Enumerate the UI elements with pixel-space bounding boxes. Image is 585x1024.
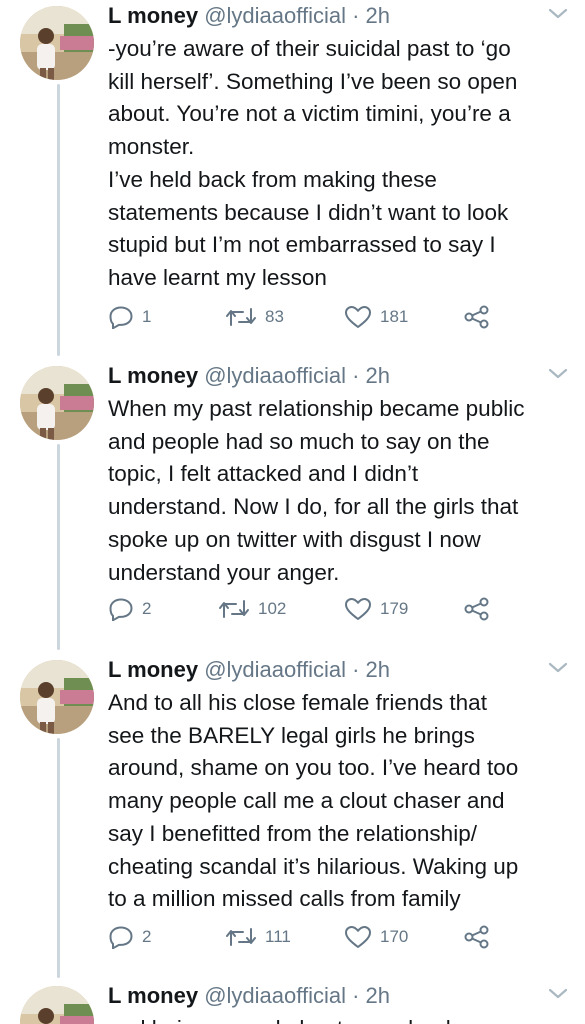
avatar[interactable] xyxy=(20,6,94,80)
tweet[interactable]: L money @lydiaaofficial · 2h and being s… xyxy=(0,980,585,1024)
chevron-down-icon[interactable] xyxy=(547,366,569,382)
retweet-button[interactable]: 102 xyxy=(218,594,286,624)
user-handle[interactable]: @lydiaaofficial xyxy=(204,363,346,388)
display-name[interactable]: L money xyxy=(108,983,198,1008)
share-icon xyxy=(464,925,489,949)
avatar[interactable] xyxy=(20,660,94,734)
reply-button[interactable]: 2 xyxy=(108,594,151,624)
avatar[interactable] xyxy=(20,986,94,1024)
tweet-actions: 2 111 170 xyxy=(108,922,528,952)
user-handle[interactable]: @lydiaaofficial xyxy=(204,657,346,682)
display-name[interactable]: L money xyxy=(108,3,198,28)
retweet-icon xyxy=(226,928,256,946)
like-count: 170 xyxy=(380,927,409,946)
reply-count: 2 xyxy=(142,927,152,946)
retweet-icon xyxy=(226,308,256,326)
tweet-header: L money @lydiaaofficial · 2h xyxy=(108,980,585,1012)
reply-button[interactable]: 1 xyxy=(108,302,151,332)
separator-dot: · xyxy=(352,3,360,28)
tweet-text: And to all his close female friends that… xyxy=(108,687,578,916)
chevron-down-icon[interactable] xyxy=(547,6,569,22)
tweet-text-line: When my past relationship became public xyxy=(108,396,525,421)
tweet-text-line: many people call me a clout chaser and xyxy=(108,788,505,814)
tweet-actions: 2 102 179 xyxy=(108,594,528,624)
reply-count: 1 xyxy=(142,307,152,326)
tweet[interactable]: L money @lydiaaofficial · 2h And to all … xyxy=(0,654,585,974)
tweet-text-line: -you’re aware of their suicidal past to … xyxy=(108,36,511,61)
timestamp[interactable]: 2h xyxy=(366,363,390,388)
tweet-text-line: around, shame on you too. I’ve heard too xyxy=(108,755,519,781)
tweet-text: and being scared about my school xyxy=(108,1013,578,1024)
tweet-header: L money @lydiaaofficial · 2h xyxy=(108,654,585,686)
retweet-count: 111 xyxy=(265,927,291,946)
like-icon xyxy=(345,306,371,328)
separator-dot: · xyxy=(352,657,360,682)
tweet-text-line: spoke up on twitter with disgust I now xyxy=(108,526,481,552)
tweet-text-line: see the BARELY legal girls he brings xyxy=(108,722,475,748)
retweet-icon xyxy=(219,600,249,618)
reply-button[interactable]: 2 xyxy=(108,922,151,952)
reply-icon xyxy=(109,306,133,329)
avatar[interactable] xyxy=(20,366,94,440)
tweet[interactable]: L money @lydiaaofficial · 2h -you’re awa… xyxy=(0,0,585,350)
tweet-text-line: have learnt my lesson xyxy=(108,264,327,290)
chevron-down-icon[interactable] xyxy=(547,660,569,676)
tweet-text-line: to a million missed calls from family xyxy=(108,886,461,912)
tweet-text-line: understand your anger. xyxy=(108,559,340,585)
separator-dot: · xyxy=(352,363,360,388)
retweet-button[interactable]: 111 xyxy=(225,922,291,952)
like-count: 179 xyxy=(380,599,409,618)
tweet-text-line: stupid but I’m not embarrassed to say I xyxy=(108,232,496,258)
like-count: 181 xyxy=(380,307,409,326)
tweet-text-line: understand. Now I do, for all the girls … xyxy=(108,494,519,520)
tweet-text-line: And to all his close female friends that xyxy=(108,690,487,715)
tweet-header: L money @lydiaaofficial · 2h xyxy=(108,360,585,392)
tweet-text-line: and being scared about my school xyxy=(108,1013,578,1024)
timestamp[interactable]: 2h xyxy=(366,657,390,682)
share-button[interactable] xyxy=(464,922,498,952)
like-icon xyxy=(345,926,371,948)
tweet-header: L money @lydiaaofficial · 2h xyxy=(108,0,585,32)
like-button[interactable]: 181 xyxy=(344,302,408,332)
user-handle[interactable]: @lydiaaofficial xyxy=(204,983,346,1008)
like-button[interactable]: 170 xyxy=(344,922,408,952)
tweet-text-line: monster. xyxy=(108,134,195,160)
like-icon xyxy=(345,598,371,620)
tweet-text-line: cheating scandal it’s hilarious. Waking … xyxy=(108,853,519,879)
tweet-text: -you’re aware of their suicidal past to … xyxy=(108,33,578,295)
display-name[interactable]: L money xyxy=(108,657,198,682)
tweet-text-line: about. You’re not a victim timini, you’r… xyxy=(108,101,511,127)
share-icon xyxy=(464,305,489,329)
user-handle[interactable]: @lydiaaofficial xyxy=(204,3,346,28)
like-button[interactable]: 179 xyxy=(344,594,408,624)
reply-icon xyxy=(109,926,133,949)
retweet-count: 83 xyxy=(265,307,284,326)
tweet-text-line: say I benefitted from the relationship/ xyxy=(108,820,477,846)
tweet-text-line: kill herself’. Something I’ve been so op… xyxy=(108,68,518,94)
display-name[interactable]: L money xyxy=(108,363,198,388)
tweet-text-line: I’ve held back from making these xyxy=(108,166,437,192)
reply-count: 2 xyxy=(142,599,152,618)
chevron-down-icon[interactable] xyxy=(547,986,569,1002)
tweet-text: When my past relationship became public … xyxy=(108,393,578,589)
tweet-actions: 1 83 181 xyxy=(108,302,528,332)
timestamp[interactable]: 2h xyxy=(366,3,390,28)
separator-dot: · xyxy=(352,983,360,1008)
reply-icon xyxy=(109,598,133,621)
tweet-text-line: topic, I felt attacked and I didn’t xyxy=(108,461,419,487)
share-button[interactable] xyxy=(464,594,498,624)
retweet-count: 102 xyxy=(258,599,287,618)
share-icon xyxy=(464,597,489,621)
tweet-text-line: and people had so much to say on the xyxy=(108,428,490,454)
tweet-text-line: statements because I didn’t want to look xyxy=(108,199,509,225)
timestamp[interactable]: 2h xyxy=(366,983,390,1008)
share-button[interactable] xyxy=(464,302,498,332)
retweet-button[interactable]: 83 xyxy=(225,302,284,332)
tweet[interactable]: L money @lydiaaofficial · 2h When my pas… xyxy=(0,360,585,650)
